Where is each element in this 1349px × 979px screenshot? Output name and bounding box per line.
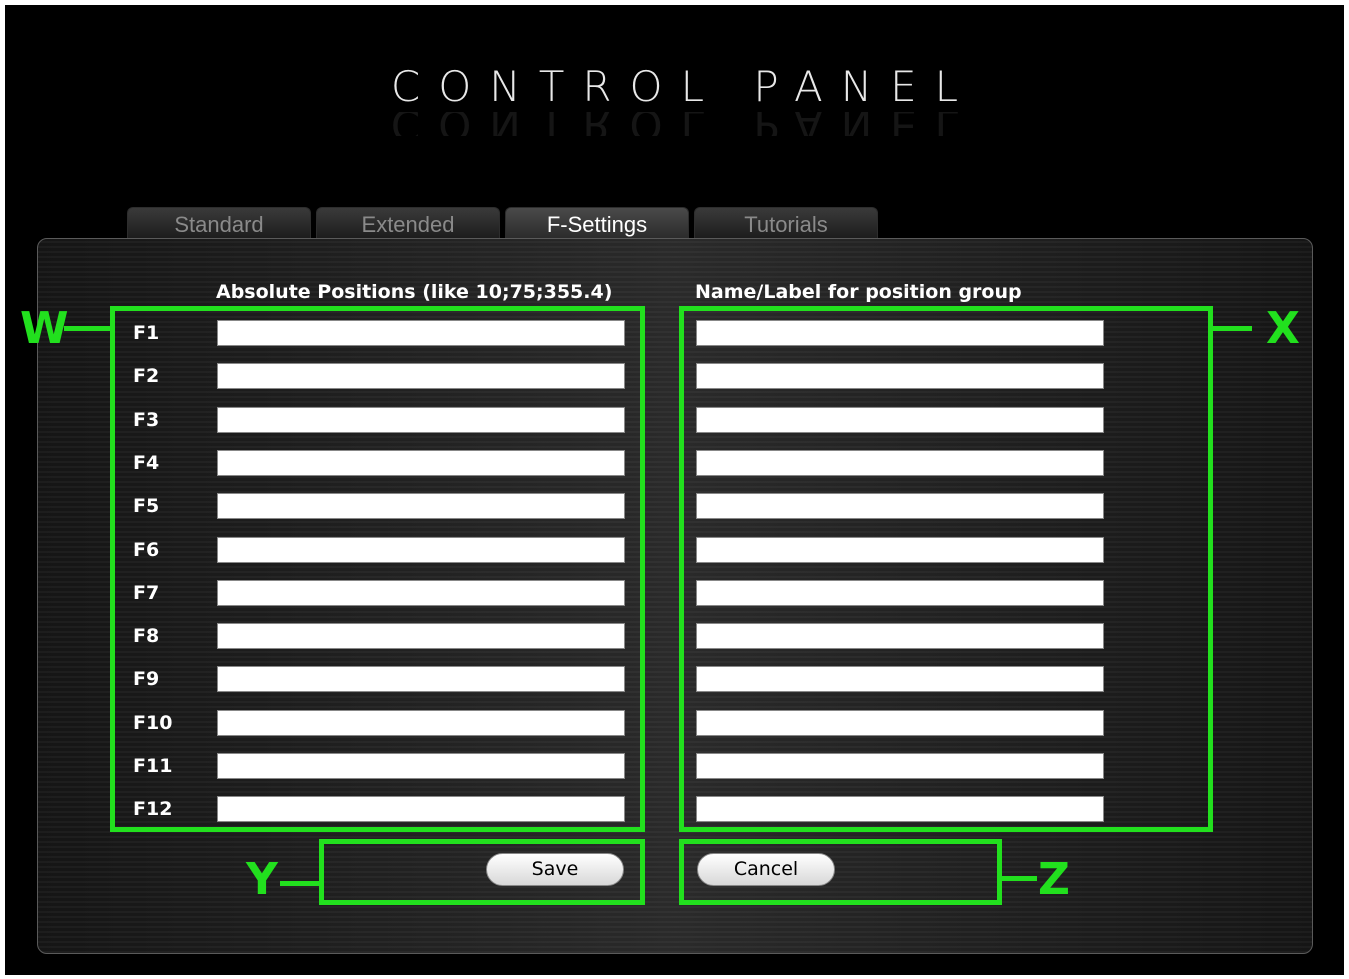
annotation-label-w: W [20, 303, 69, 354]
tab-tutorials[interactable]: Tutorials [694, 207, 878, 239]
tab-standard[interactable]: Standard [127, 207, 311, 239]
annotation-label-x: X [1266, 303, 1300, 354]
annotation-line-x [1212, 326, 1252, 331]
annotation-line-y [280, 881, 320, 886]
name-column-header: Name/Label for position group [695, 281, 1022, 303]
tab-extended[interactable]: Extended [316, 207, 500, 239]
annotation-box-y [319, 839, 645, 905]
annotation-line-w [64, 326, 111, 331]
page-title-reflection: CONTROL PANEL [0, 112, 1349, 136]
tab-f-settings[interactable]: F-Settings [505, 207, 689, 239]
annotation-box-z [679, 839, 1002, 905]
annotation-label-y: Y [246, 854, 278, 905]
annotation-box-x [679, 306, 1213, 832]
positions-column-header: Absolute Positions (like 10;75;355.4) [216, 281, 613, 303]
annotation-line-z [1001, 876, 1037, 881]
annotation-label-z: Z [1038, 854, 1070, 905]
annotation-box-w [110, 306, 645, 832]
page-title: CONTROL PANEL [390, 62, 977, 111]
